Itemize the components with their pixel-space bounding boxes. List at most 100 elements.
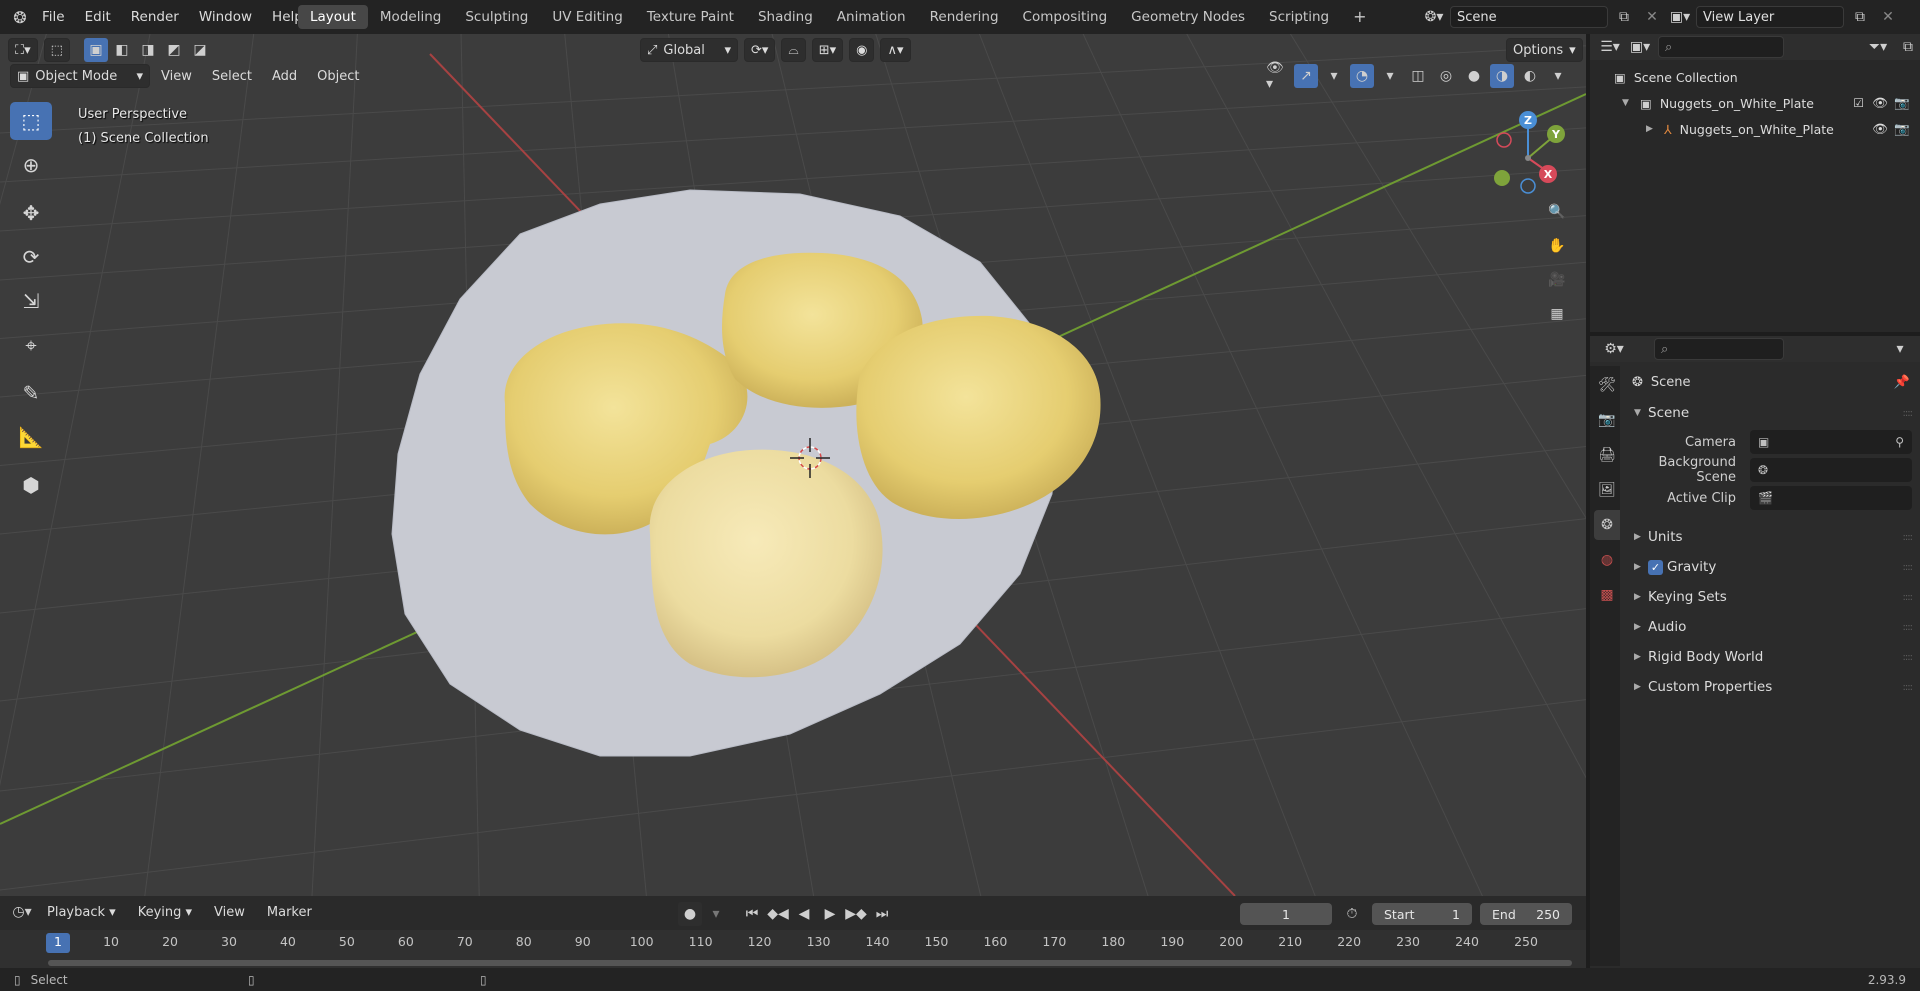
tab-layout[interactable]: Layout <box>298 5 368 29</box>
cursor-tool[interactable]: ⊕ <box>10 146 52 184</box>
render-tab-icon[interactable]: 📷 <box>1594 405 1620 435</box>
nugget-right[interactable] <box>856 315 1101 519</box>
panel-keying-sets[interactable]: ▶ Keying Sets :::: <box>1620 582 1920 612</box>
pin-icon[interactable]: 📌 <box>1894 375 1910 390</box>
prev-keyframe-icon[interactable]: ◆◀ <box>766 902 790 926</box>
panel-units[interactable]: ▶ Units :::: <box>1620 522 1920 552</box>
add-workspace-button[interactable]: + <box>1341 5 1378 29</box>
end-frame-field[interactable]: End 250 <box>1480 903 1572 925</box>
editor-type-button[interactable]: ⛶▾ <box>8 38 38 62</box>
delete-scene-icon[interactable]: ✕ <box>1640 5 1664 29</box>
world-tab-icon[interactable]: ◍ <box>1594 545 1620 575</box>
menu-add[interactable]: Add <box>263 69 306 84</box>
menu-timeline-view[interactable]: View <box>205 905 254 920</box>
menu-playback[interactable]: Playback ▾ <box>38 905 125 920</box>
rotate-tool[interactable]: ⟳ <box>10 238 52 276</box>
copy-scene-icon[interactable]: ⧉ <box>1612 5 1636 29</box>
tool-select-button[interactable]: ⬚ <box>43 38 70 62</box>
jump-start-icon[interactable]: ⏮ <box>740 902 764 926</box>
camera-view-icon[interactable]: 🎥 <box>1545 268 1569 292</box>
menu-render[interactable]: Render <box>121 9 189 25</box>
properties-search-input[interactable]: ⌕ <box>1654 338 1784 360</box>
eye-icon[interactable]: 👁 <box>1872 121 1888 137</box>
new-collection-icon[interactable]: ⧉ <box>1896 35 1920 59</box>
menu-object[interactable]: Object <box>308 69 368 84</box>
expand-right-icon[interactable]: ▶ <box>1646 124 1660 134</box>
options-dropdown[interactable]: Options ▾ <box>1506 38 1583 62</box>
measure-tool[interactable]: 📐 <box>10 418 52 456</box>
shading-dropdown-icon[interactable]: ▾ <box>1546 64 1570 88</box>
tab-scripting[interactable]: Scripting <box>1257 5 1341 29</box>
snap-toggle[interactable]: ⌓ <box>781 38 806 62</box>
menu-view[interactable]: View <box>152 69 201 84</box>
wireframe-shading-icon[interactable]: ◎ <box>1434 64 1458 88</box>
xray-toggle-icon[interactable]: ◫ <box>1406 64 1430 88</box>
drag-grip-icon[interactable]: :::: <box>1903 408 1914 419</box>
menu-edit[interactable]: Edit <box>75 9 121 25</box>
tool-tab-icon[interactable]: 🛠 <box>1594 370 1620 400</box>
pan-hand-icon[interactable]: ✋ <box>1545 234 1569 258</box>
pivot-point-dropdown[interactable]: ⟳▾ <box>744 38 776 62</box>
3d-viewport[interactable]: ⛶▾ ⬚ ▣ ◧ ◨ ◩ ◪ ⤢ Global ▾ ⟳▾ ⌓ ⊞▾ ◉ ∧▾ O… <box>0 34 1586 896</box>
scene-name-field[interactable]: Scene <box>1450 6 1608 28</box>
visibility-icon[interactable]: 👁▾ <box>1266 60 1290 92</box>
add-cube-tool[interactable]: ⬢ <box>10 466 52 504</box>
eye-icon[interactable]: 👁 <box>1872 95 1888 111</box>
gizmo-toggle-icon[interactable]: ↗ <box>1294 64 1318 88</box>
transform-tool[interactable]: ⌖ <box>10 326 52 364</box>
play-reverse-icon[interactable]: ◀ <box>792 902 816 926</box>
move-tool[interactable]: ✥ <box>10 194 52 232</box>
tab-texture-paint[interactable]: Texture Paint <box>635 5 746 29</box>
camera-icon[interactable]: 📷 <box>1894 95 1910 111</box>
outliner-search-input[interactable]: ⌕ <box>1658 36 1784 58</box>
blender-logo-icon[interactable]: ❂ <box>8 5 32 29</box>
falloff-dropdown[interactable]: ∧▾ <box>880 38 911 62</box>
gizmo-dropdown-icon[interactable]: ▾ <box>1322 64 1346 88</box>
current-frame-field[interactable]: 1 <box>1240 903 1332 925</box>
tab-modeling[interactable]: Modeling <box>368 5 453 29</box>
solid-shading-icon[interactable]: ● <box>1462 64 1486 88</box>
tab-rendering[interactable]: Rendering <box>918 5 1011 29</box>
start-frame-field[interactable]: Start 1 <box>1372 903 1472 925</box>
outliner-scene-collection[interactable]: ▣ Scene Collection <box>1590 64 1920 90</box>
panel-audio[interactable]: ▶ Audio :::: <box>1620 612 1920 642</box>
exclude-checkbox[interactable]: ☑ <box>1853 96 1864 110</box>
play-icon[interactable]: ▶ <box>818 902 842 926</box>
editor-type-icon[interactable]: ☰▾ <box>1598 35 1622 59</box>
drag-grip-icon[interactable]: :::: <box>1903 592 1914 603</box>
copy-view-layer-icon[interactable]: ⧉ <box>1848 5 1872 29</box>
camera-field[interactable]: ▣ ⚲ <box>1750 430 1912 454</box>
select-subtract-icon[interactable]: ◨ <box>136 38 160 62</box>
editor-type-icon[interactable]: ◷▾ <box>10 900 34 924</box>
select-invert-icon[interactable]: ◩ <box>162 38 186 62</box>
overlay-dropdown-icon[interactable]: ▾ <box>1378 64 1402 88</box>
jump-end-icon[interactable]: ⏭ <box>870 902 894 926</box>
timeline-ruler[interactable]: 1 10 20 30 40 50 60 70 80 90 100 110 120 130 140 150 160… <box>0 930 1586 968</box>
view-layer-tab-icon[interactable]: 🖼 <box>1594 475 1620 505</box>
select-intersect-icon[interactable]: ◪ <box>188 38 212 62</box>
zoom-icon[interactable]: 🔍 <box>1545 200 1569 224</box>
view-layer-field[interactable]: View Layer <box>1696 6 1844 28</box>
view-layer-selector-icon[interactable]: ▣▾ <box>1668 5 1692 29</box>
camera-icon[interactable]: 📷 <box>1894 121 1910 137</box>
material-shading-icon[interactable]: ◑ <box>1490 64 1514 88</box>
tab-sculpting[interactable]: Sculpting <box>453 5 540 29</box>
snap-target-dropdown[interactable]: ⊞▾ <box>811 38 844 62</box>
outliner-collection-row[interactable]: ▼ ▣ Nuggets_on_White_Plate ☑ 👁 📷 <box>1590 90 1920 116</box>
transform-orientation-dropdown[interactable]: ⤢ Global ▾ <box>640 38 738 62</box>
object-mode-dropdown[interactable]: ▣ Object Mode ▾ <box>10 64 150 88</box>
annotate-tool[interactable]: ✎ <box>10 374 52 412</box>
drag-grip-icon[interactable]: :::: <box>1903 652 1914 663</box>
menu-file[interactable]: File <box>32 9 75 25</box>
editor-type-icon[interactable]: ⚙▾ <box>1602 337 1626 361</box>
menu-select[interactable]: Select <box>203 69 261 84</box>
filter-icon[interactable]: ⏷▾ <box>1866 35 1890 59</box>
texture-tab-icon[interactable]: ▩ <box>1594 580 1620 610</box>
stopwatch-icon[interactable]: ⏱ <box>1340 902 1364 926</box>
panel-scene-header[interactable]: ▼ Scene :::: <box>1620 398 1920 428</box>
background-scene-field[interactable]: ❂ <box>1750 458 1912 482</box>
menu-window[interactable]: Window <box>189 9 262 25</box>
scene-tab-icon[interactable]: ❂ <box>1594 510 1620 540</box>
outliner-object-row[interactable]: ▶ ⅄ Nuggets_on_White_Plate 👁 📷 <box>1590 116 1920 142</box>
proportional-edit-toggle[interactable]: ◉ <box>849 38 875 62</box>
